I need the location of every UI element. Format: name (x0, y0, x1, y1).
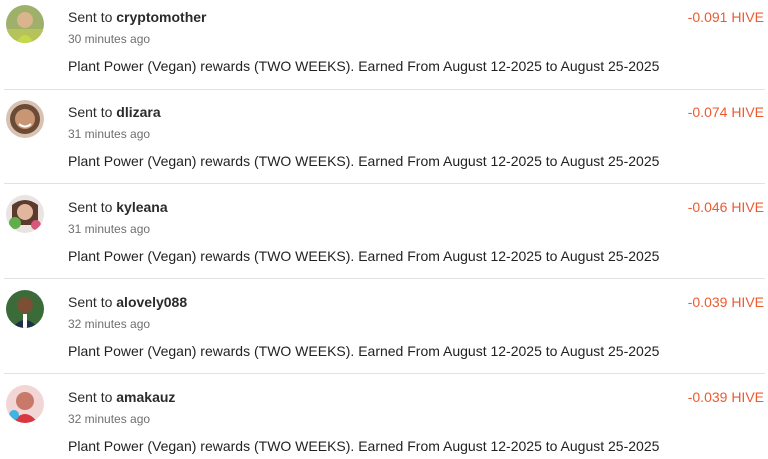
avatar[interactable] (6, 5, 44, 43)
user-avatar-icon (6, 5, 44, 43)
transfer-row: Sent to dlizara 31 minutes ago Plant Pow… (0, 95, 768, 190)
transfer-amount: -0.039 HIVE (687, 389, 764, 405)
timestamp: 31 minutes ago (68, 222, 151, 236)
timestamp: 30 minutes ago (68, 32, 151, 46)
transfer-row: Sent to kyleana 31 minutes ago Plant Pow… (0, 190, 768, 285)
avatar[interactable] (6, 100, 44, 138)
transfer-prefix: Sent to (68, 199, 113, 215)
timestamp: 32 minutes ago (68, 412, 151, 426)
transfer-prefix: Sent to (68, 9, 113, 25)
row-divider (4, 183, 765, 184)
transfer-memo: Plant Power (Vegan) rewards (TWO WEEKS).… (68, 343, 660, 359)
user-avatar-icon (6, 195, 44, 233)
transfer-amount: -0.074 HIVE (687, 104, 764, 120)
recipient-link[interactable]: alovely088 (116, 294, 187, 310)
recipient-link[interactable]: dlizara (116, 104, 160, 120)
transfer-row: Sent to alovely088 32 minutes ago Plant … (0, 285, 768, 380)
avatar[interactable] (6, 290, 44, 328)
user-avatar-icon (6, 100, 44, 138)
row-divider (4, 278, 765, 279)
transfer-memo: Plant Power (Vegan) rewards (TWO WEEKS).… (68, 58, 660, 74)
user-avatar-icon (6, 385, 44, 423)
transfer-amount: -0.046 HIVE (687, 199, 764, 215)
transfer-prefix: Sent to (68, 389, 113, 405)
transfer-amount: -0.039 HIVE (687, 294, 764, 310)
transfer-amount: -0.091 HIVE (687, 9, 764, 25)
row-divider (4, 89, 765, 90)
timestamp: 31 minutes ago (68, 127, 151, 141)
transfer-title: Sent to dlizara (68, 104, 161, 120)
transfer-memo: Plant Power (Vegan) rewards (TWO WEEKS).… (68, 153, 660, 169)
timestamp: 32 minutes ago (68, 317, 151, 331)
transfer-memo: Plant Power (Vegan) rewards (TWO WEEKS).… (68, 248, 660, 264)
transfer-prefix: Sent to (68, 294, 113, 310)
user-avatar-icon (6, 290, 44, 328)
avatar[interactable] (6, 385, 44, 423)
transfer-title: Sent to kyleana (68, 199, 168, 215)
recipient-link[interactable]: amakauz (116, 389, 175, 405)
avatar[interactable] (6, 195, 44, 233)
transfer-row: Sent to amakauz 32 minutes ago Plant Pow… (0, 380, 768, 459)
recipient-link[interactable]: kyleana (116, 199, 167, 215)
transfer-title: Sent to cryptomother (68, 9, 207, 25)
transfer-prefix: Sent to (68, 104, 113, 120)
transfer-row: Sent to cryptomother 30 minutes ago Plan… (0, 0, 768, 95)
transfer-memo: Plant Power (Vegan) rewards (TWO WEEKS).… (68, 438, 660, 454)
transfer-title: Sent to amakauz (68, 389, 175, 405)
row-divider (4, 373, 765, 374)
transfer-history-list: Sent to cryptomother 30 minutes ago Plan… (0, 0, 768, 459)
recipient-link[interactable]: cryptomother (116, 9, 206, 25)
transfer-title: Sent to alovely088 (68, 294, 187, 310)
